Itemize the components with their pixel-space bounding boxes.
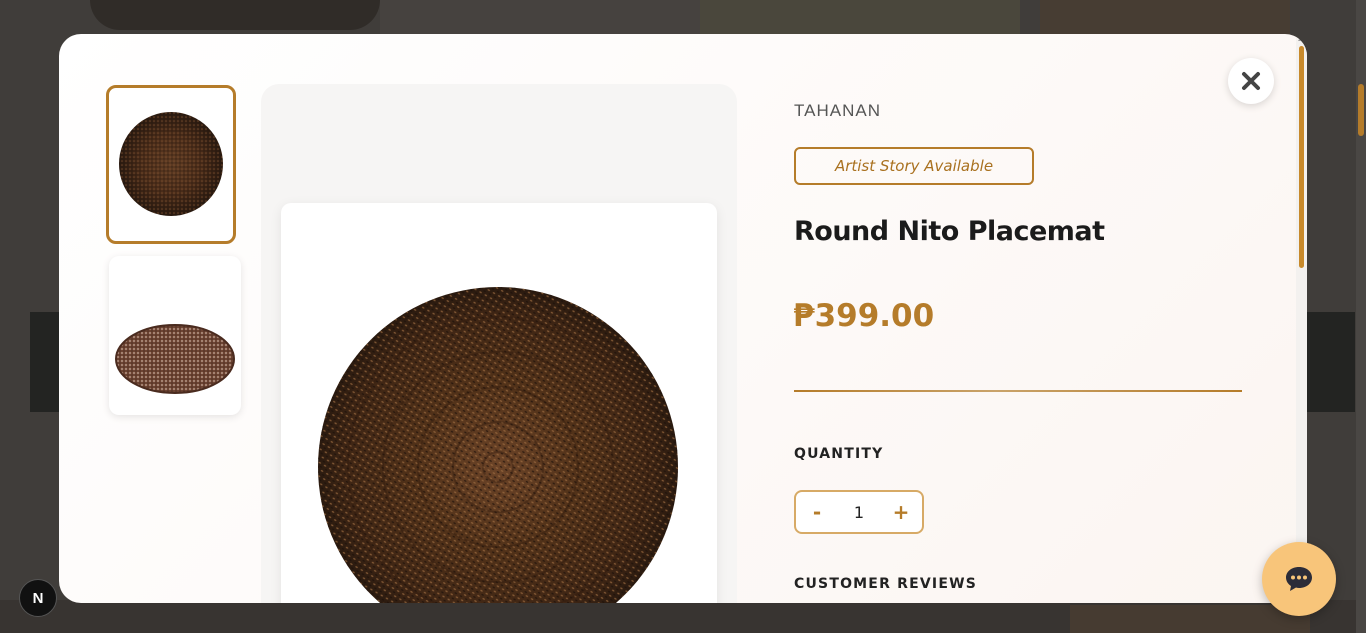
product-modal: TAHANAN Artist Story Available Round Nit…	[59, 34, 1307, 603]
artist-story-button[interactable]: Artist Story Available	[794, 147, 1034, 185]
quantity-stepper: - 1 +	[794, 490, 924, 534]
round-nito-placemat-image	[318, 287, 678, 603]
divider	[794, 390, 1242, 392]
close-button[interactable]	[1228, 58, 1274, 104]
thumbnail-2[interactable]	[109, 256, 241, 415]
framework-badge-icon: N	[32, 589, 44, 607]
increment-button[interactable]: +	[892, 500, 910, 524]
close-icon	[1242, 72, 1260, 90]
framework-badge[interactable]: N	[19, 579, 57, 617]
thumbnail-1-selected[interactable]	[106, 85, 236, 244]
customer-reviews-heading: CUSTOMER REVIEWS	[794, 576, 978, 592]
modal-scrollbar-thumb[interactable]	[1299, 46, 1304, 268]
tilted-placemat-thumbnail	[115, 324, 235, 394]
main-product-image[interactable]	[281, 203, 717, 603]
product-price: ₱399.00	[793, 298, 935, 334]
brand-name[interactable]: TAHANAN	[794, 101, 881, 121]
round-placemat-thumbnail	[119, 112, 223, 216]
chat-icon	[1286, 567, 1312, 591]
product-title: Round Nito Placemat	[794, 216, 1105, 247]
quantity-label: QUANTITY	[794, 446, 884, 462]
page-scrollbar[interactable]	[1356, 0, 1366, 633]
chat-button[interactable]	[1262, 542, 1336, 616]
modal-scrollbar[interactable]	[1296, 34, 1307, 603]
quantity-value[interactable]: 1	[854, 503, 864, 522]
decrement-button[interactable]: -	[808, 500, 826, 524]
